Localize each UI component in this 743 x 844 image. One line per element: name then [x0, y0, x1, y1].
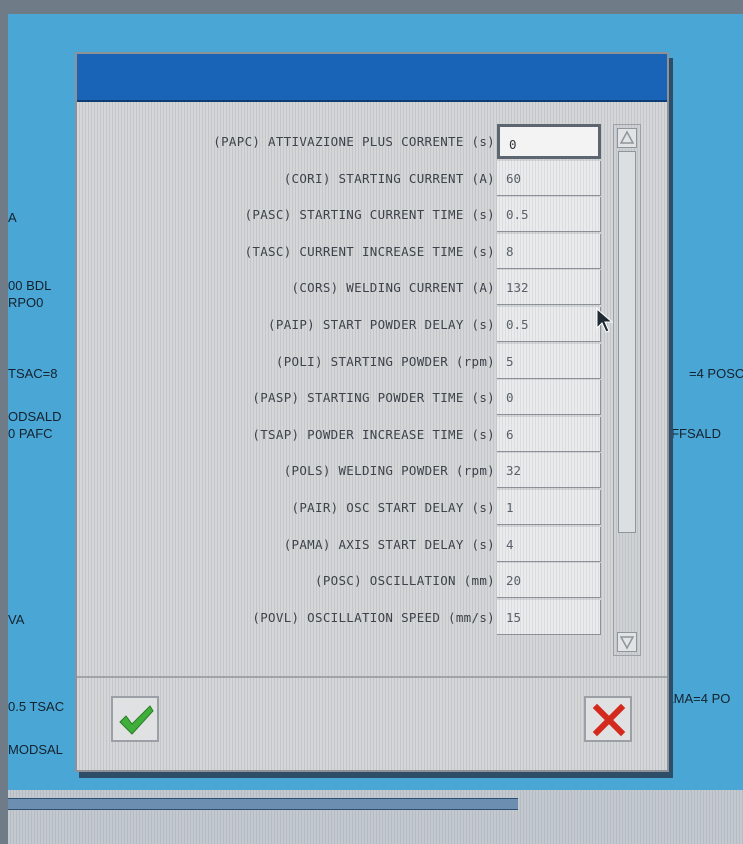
dialog-title-bar: [77, 54, 667, 102]
scrollbar-thumb[interactable]: [618, 151, 636, 533]
parameter-label: (PAMA) AXIS START DELAY (s): [283, 536, 495, 552]
background-text: A: [8, 210, 17, 225]
parameter-label: (POLS) WELDING POWDER (rpm): [283, 463, 495, 479]
background-text: TSAC=8: [8, 366, 58, 381]
background-text: 0.5 TSAC: [8, 699, 65, 714]
scroll-down-arrow-icon[interactable]: [617, 632, 637, 652]
parameter-label: (POLI) STARTING POWDER (rpm): [275, 353, 495, 369]
background-text: 00 BDL: [8, 278, 52, 293]
parameter-label: (POVL) OSCILLATION SPEED (mm/s): [252, 609, 495, 625]
parameter-label: (PAIP) START POWDER DELAY (s): [268, 317, 495, 332]
parameter-label: (POSC) OSCILLATION (mm): [315, 573, 495, 589]
bottom-status-bar: [8, 790, 743, 844]
parameter-label: (PASC) STARTING CURRENT TIME (s): [244, 207, 495, 223]
parameter-row: (PAMA) AXIS START DELAY (s) 4: [77, 526, 667, 563]
parameter-label: (TASC) CURRENT INCREASE TIME (s): [244, 243, 495, 259]
parameter-row: (TSAP) POWDER INCREASE TIME (s) 6: [77, 416, 667, 453]
background-text: =4 POSC: [689, 366, 743, 381]
parameter-row: (PASC) STARTING CURRENT TIME (s) 0.5: [77, 197, 667, 233]
parameter-label: (CORS) WELDING CURRENT (A): [291, 280, 495, 296]
parameter-label: (TSAP) POWDER INCREASE TIME (s): [252, 426, 495, 442]
parameter-row: (POLS) WELDING POWDER (rpm) 32: [77, 453, 667, 489]
parameter-value-field[interactable]: 0: [497, 124, 601, 159]
parameter-value-field[interactable]: 15: [497, 599, 601, 635]
parameter-value-field[interactable]: 32: [497, 453, 601, 489]
cancel-button[interactable]: [584, 696, 632, 742]
x-icon: [592, 703, 626, 737]
background-text: MODSAL: [8, 742, 63, 757]
parameter-value-field[interactable]: 5: [497, 343, 601, 379]
parameter-value-field[interactable]: 132: [497, 270, 601, 306]
parameter-value-field[interactable]: 60: [497, 160, 601, 196]
parameter-value-field[interactable]: 8: [497, 233, 601, 269]
background-text: VA: [8, 612, 25, 627]
background-text: OFFSALD: [661, 426, 721, 441]
parameter-label: (PASP) STARTING POWDER TIME (s): [252, 390, 495, 406]
parameter-row: (TASC) CURRENT INCREASE TIME (s) 8: [77, 233, 667, 270]
parameter-row: (PAIP) START POWDER DELAY (s) 0.5: [77, 307, 667, 343]
parameter-value-field[interactable]: 0: [497, 380, 601, 416]
parameter-value-field[interactable]: 1: [497, 490, 601, 525]
parameters-dialog: (PAPC) ATTIVAZIONE PLUS CORRENTE (s) 0 (CO…: [75, 52, 669, 772]
parameter-row: (CORS) WELDING CURRENT (A) 132: [77, 270, 667, 306]
parameter-row: (PAIR) OSC START DELAY (s) 1: [77, 490, 667, 526]
parameter-label: (PAPC) ATTIVAZIONE PLUS CORRENTE (s): [213, 134, 495, 149]
parameter-value-field[interactable]: 4: [497, 526, 601, 562]
parameter-value-field[interactable]: 0.5: [497, 307, 601, 342]
parameter-row: (POSC) OSCILLATION (mm) 20: [77, 563, 667, 599]
background-text: 0 PAFC: [8, 426, 53, 441]
parameter-row: (CORI) STARTING CURRENT (A) 60: [77, 160, 667, 197]
parameter-value-field[interactable]: 6: [497, 416, 601, 452]
background-text: RPO0: [8, 295, 44, 310]
checkmark-icon: [119, 705, 154, 735]
footer-divider: [77, 676, 667, 678]
parameter-row: (POVL) OSCILLATION SPEED (mm/s) 15: [77, 599, 667, 636]
parameter-value-field[interactable]: 0.5: [497, 197, 601, 233]
mouse-pointer-icon: [596, 308, 614, 333]
parameter-label: (PAIR) OSC START DELAY (s): [291, 500, 495, 515]
background-text: AMA=4 PO: [665, 691, 731, 706]
scroll-up-arrow-icon[interactable]: [617, 128, 637, 148]
parameter-row: (PAPC) ATTIVAZIONE PLUS CORRENTE (s) 0: [77, 124, 667, 160]
confirm-button[interactable]: [111, 696, 159, 742]
parameter-row: (PASP) STARTING POWDER TIME (s) 0: [77, 380, 667, 416]
background-text: ODSALD: [8, 409, 62, 424]
scrollbar[interactable]: [613, 124, 641, 656]
status-stripe: [8, 798, 518, 810]
parameter-row: (POLI) STARTING POWDER (rpm) 5: [77, 343, 667, 380]
parameter-value-field[interactable]: 20: [497, 563, 601, 599]
parameter-label: (CORI) STARTING CURRENT (A): [283, 170, 495, 186]
